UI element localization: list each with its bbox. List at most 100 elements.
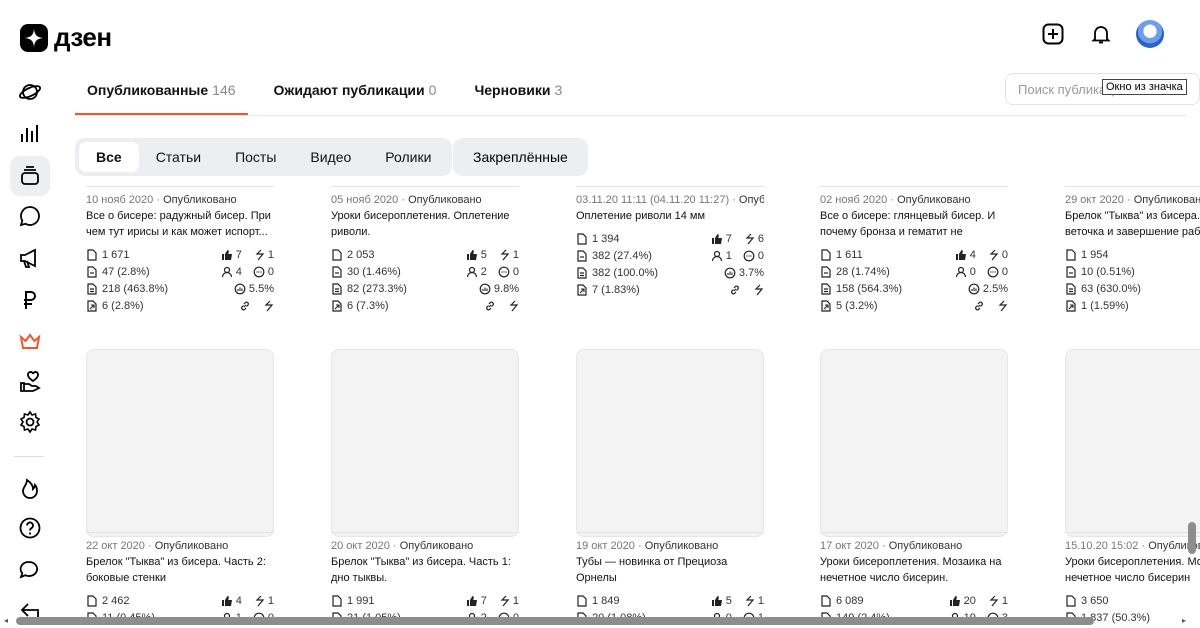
likes-count: 7 <box>480 594 487 607</box>
horizontal-scrollbar[interactable] <box>16 617 1094 625</box>
publish-date: 15.10.20 15:02 <box>1065 540 1139 552</box>
add-icon[interactable] <box>1040 21 1066 47</box>
scroll-right-arrow-icon[interactable]: ▸ <box>1182 617 1190 625</box>
publication-card[interactable]: 22 окт 2020 · Опубликовано Брелок "Тыква… <box>86 532 274 626</box>
card-title[interactable]: Уроки бисероплетения. Мозаика на нечетно… <box>820 554 1008 586</box>
publication-thumbnail[interactable] <box>331 349 519 537</box>
card-title[interactable]: Брелок "Тыква" из бисера. Часть 2: боков… <box>86 554 274 586</box>
card-title[interactable]: Тубы — новинка от Прециоза Орнелы <box>576 554 764 586</box>
comments-count: 0 <box>512 265 519 278</box>
tab-count: 0 <box>428 82 437 98</box>
logo[interactable]: дзен <box>20 22 112 53</box>
full-reads-icon <box>331 282 343 295</box>
card-title[interactable]: Все о бисере: радужный бисер. При чем ту… <box>86 208 274 240</box>
publish-status: Опубликовано <box>154 540 229 552</box>
top-bar: дзен <box>0 0 1200 72</box>
repost-icon <box>987 249 999 261</box>
publish-status: Опубликовано <box>1133 194 1200 206</box>
repost-icon <box>498 595 510 607</box>
filter-articles[interactable]: Статьи <box>139 142 218 172</box>
tab-drafts[interactable]: Черновики 3 <box>462 72 574 116</box>
comment-icon <box>743 250 755 262</box>
reads-icon <box>576 249 588 262</box>
full-reads-icon <box>576 266 588 279</box>
subscribers-icon <box>466 266 478 278</box>
clicks-count: 6 (2.8%) <box>102 299 144 312</box>
publication-card[interactable]: 29 окт 2020 · Опубликовано Брелок "Тыква… <box>1065 186 1200 314</box>
like-icon <box>955 249 967 261</box>
card-divider <box>820 186 1008 187</box>
publication-card[interactable]: 05 нояб 2020 · Опубликовано Уроки бисеро… <box>331 186 519 314</box>
publication-thumbnail[interactable] <box>576 349 764 537</box>
reads-count: 47 (2.8%) <box>102 265 150 278</box>
planet-icon[interactable] <box>10 72 50 112</box>
publish-status: Опубликовано <box>738 194 764 206</box>
views-count: 1 954 <box>1081 248 1109 261</box>
publication-card[interactable]: 15.10.20 15:02 · Опубликовано Уроки бисе… <box>1065 532 1200 626</box>
engagement-icon <box>968 283 980 295</box>
publish-date: 10 нояб 2020 <box>86 194 154 206</box>
publication-card[interactable]: 20 окт 2020 · Опубликовано Брелок "Тыква… <box>331 532 519 626</box>
engagement-rate: 5.5% <box>248 282 274 295</box>
repost-icon <box>507 300 519 312</box>
link-icon <box>973 300 985 312</box>
card-meta: 05 нояб 2020 · Опубликовано <box>331 194 482 206</box>
filter-video[interactable]: Видео <box>293 142 368 172</box>
card-divider <box>331 532 519 533</box>
publication-thumbnail[interactable] <box>820 349 1008 537</box>
tab-label: Черновики <box>474 82 551 98</box>
statistics-icon[interactable] <box>10 114 50 154</box>
card-title[interactable]: Брелок "Тыква" из бисера. Часть 1: дно т… <box>331 554 519 586</box>
filter-shorts[interactable]: Ролики <box>368 142 448 172</box>
scroll-left-arrow-icon[interactable]: ◂ <box>4 617 12 625</box>
like-icon <box>711 233 723 245</box>
like-icon <box>221 249 233 261</box>
card-title[interactable]: Брелок "Тыква" из бисера. Часть 3: веточ… <box>1065 208 1200 240</box>
clicks-icon <box>820 299 832 312</box>
type-filter: Все Статьи Посты Видео Ролики <box>75 138 453 176</box>
publication-card[interactable]: 02 нояб 2020 · Опубликовано Все о бисере… <box>820 186 1008 314</box>
card-meta: 03.11.20 11:11 (04.11.20 11:27) · Опубли… <box>576 194 764 206</box>
publication-card[interactable]: 10 нояб 2020 · Опубликовано Все о бисере… <box>86 186 274 314</box>
tooltip: Окно из значка <box>1102 79 1187 95</box>
tab-published[interactable]: Опубликованные 146 <box>75 72 248 116</box>
bell-icon[interactable] <box>1088 21 1114 47</box>
engagement-icon <box>724 267 736 279</box>
like-icon <box>466 249 478 261</box>
clicks-icon <box>576 283 588 296</box>
comment-icon <box>987 266 999 278</box>
reposts-count: 1 <box>512 248 519 261</box>
clicks-icon <box>86 299 98 312</box>
like-icon <box>221 595 233 607</box>
subscribers-icon <box>711 250 723 262</box>
views-icon <box>86 594 98 607</box>
reposts-count: 1 <box>757 594 764 607</box>
publication-thumbnail[interactable] <box>1065 349 1200 537</box>
card-title[interactable]: Оплетение риволи 14 мм <box>576 208 764 224</box>
publication-card[interactable]: 03.11.20 11:11 (04.11.20 11:27) · Опубли… <box>576 186 764 298</box>
publication-card[interactable]: 19 окт 2020 · Опубликовано Тубы — новинк… <box>576 532 764 626</box>
avatar[interactable] <box>1136 20 1164 48</box>
card-title[interactable]: Уроки бисероплетения. Мозаика на нечетно… <box>1065 554 1200 586</box>
filter-posts[interactable]: Посты <box>218 142 293 172</box>
engagement-icon <box>234 283 246 295</box>
filter-all[interactable]: Все <box>79 142 139 172</box>
card-title[interactable]: Все о бисере: глянцевый бисер. И почему … <box>820 208 1008 240</box>
comments-count: 0 <box>757 249 764 262</box>
pinned-filter-button[interactable]: Закреплённые <box>453 138 588 176</box>
vertical-scrollbar[interactable] <box>1188 522 1196 554</box>
card-stats: 1 671 7 1 47 (2.8%) 4 0 218 (463.8%) 5.5% 6 (2… <box>86 246 274 314</box>
reads-count: 28 (1.74%) <box>836 265 890 278</box>
publication-card[interactable]: 17 окт 2020 · Опубликовано Уроки бисероп… <box>820 532 1008 626</box>
card-title[interactable]: Уроки бисероплетения. Оплетение риволи. <box>331 208 519 240</box>
engagement-rate: 3.7% <box>738 266 764 279</box>
comment-icon <box>253 266 265 278</box>
views-icon <box>820 248 832 261</box>
clicks-count: 7 (1.83%) <box>592 283 640 296</box>
tab-pending[interactable]: Ожидают публикации 0 <box>262 72 449 116</box>
full-reads-count: 82 (273.3%) <box>347 282 407 295</box>
reads-icon <box>331 265 343 278</box>
card-divider <box>576 532 764 533</box>
link-icon <box>239 300 251 312</box>
publication-thumbnail[interactable] <box>86 349 274 537</box>
